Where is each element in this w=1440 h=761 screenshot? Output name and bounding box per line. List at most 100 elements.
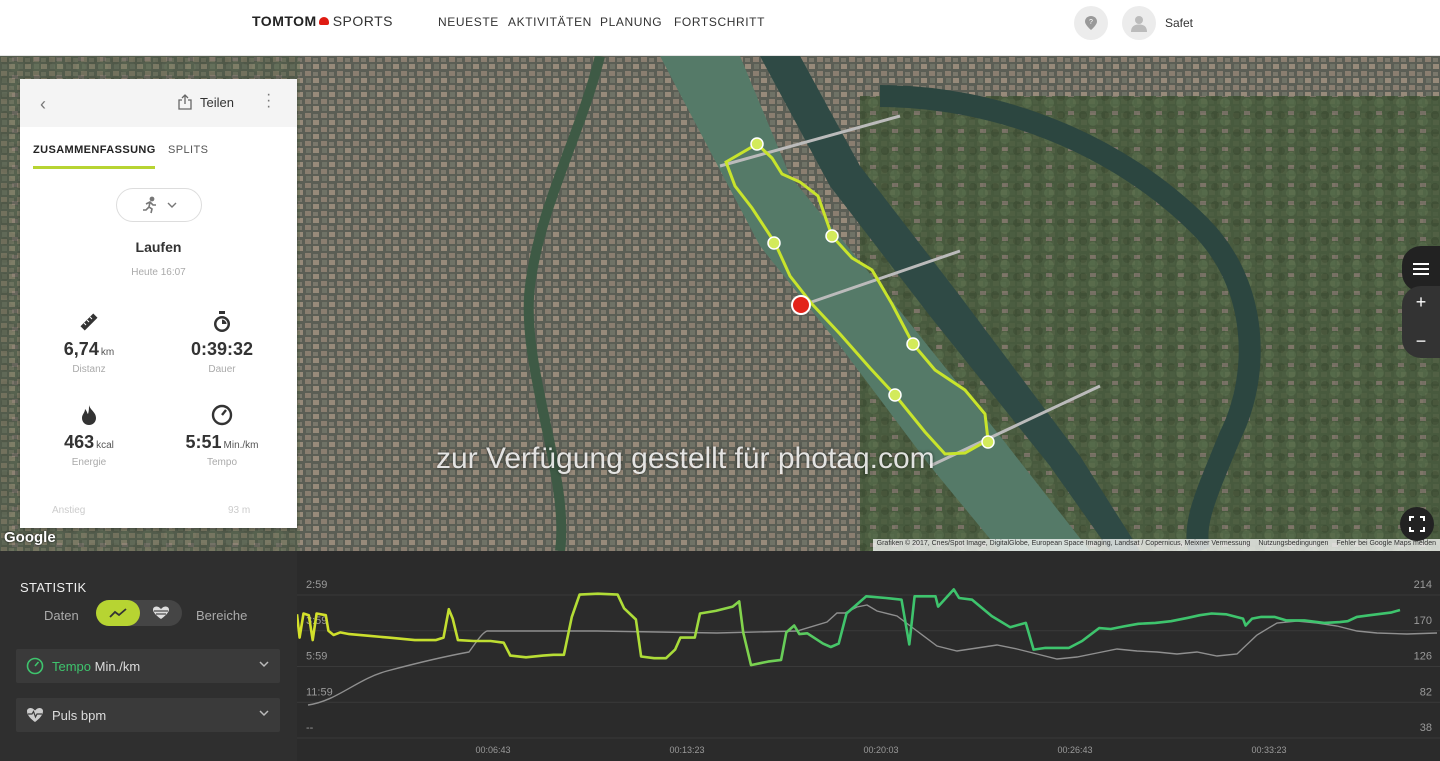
nav-item-aktivitaeten[interactable]: AKTIVITÄTEN [508,15,592,29]
zoom-controls: + − [1402,286,1440,358]
share-label: Teilen [200,94,234,110]
share-button[interactable]: Teilen [178,94,234,110]
pace-value: 5:51 [185,432,222,452]
nav-item-fortschritt[interactable]: FORTSCHRITT [674,15,765,29]
chevron-down-icon [167,202,177,208]
ruler-icon [80,313,98,331]
x-tick-label: 00:20:03 [863,745,898,755]
activity-time: Heute 16:07 [131,267,186,278]
energy-value: 463 [64,432,95,452]
toggle-zones-label[interactable]: Bereiche [196,608,247,623]
user-icon [1131,16,1147,32]
zoom-out-icon[interactable]: − [1416,331,1427,352]
distance-unit: km [100,347,115,358]
heart-zones-icon [153,606,169,619]
logo-product: SPORTS [332,13,394,29]
speedometer-icon [26,657,44,675]
metric-puls-unit: bpm [80,707,107,723]
activity-summary-panel: ‹ Teilen · · · ZUSAMMENFASSUNG SPLITS Lauf… [20,79,297,528]
logo-brand: TOMTOM [252,13,317,29]
pace-label: Tempo [206,457,237,468]
duration-value: 0:39:32 [190,339,254,359]
flame-icon [82,405,96,425]
avatar[interactable] [1122,6,1156,40]
split-marker[interactable] [750,137,764,151]
view-toggle[interactable] [96,600,182,626]
split-marker[interactable] [825,229,839,243]
zoom-in-icon[interactable]: + [1416,292,1427,313]
ascent-value: 93 m [228,505,251,516]
watermark-text: zur Verfügung gestellt für photaq.com [436,442,935,475]
share-icon [178,94,192,110]
chevron-down-icon [259,710,269,717]
y-right-tick-label: 126 [1414,651,1432,663]
statistics-title: STATISTIK [20,580,87,595]
toggle-data-label[interactable]: Daten [44,608,79,623]
y-axis-right: 214 170 126 82 38 [1414,579,1432,734]
terms-link[interactable]: Nutzungsbedingungen [1258,540,1328,550]
position-marker[interactable] [791,295,811,315]
top-navigation-bar: TOMTOM SPORTS NEUESTE AKTIVITÄTEN PLANUN… [0,0,1440,56]
x-tick-label: 00:13:23 [669,745,704,755]
split-marker[interactable] [888,388,902,402]
tomtom-sports-logo[interactable]: TOMTOM SPORTS [252,13,393,29]
tab-splits[interactable]: SPLITS [168,144,208,156]
google-logo: Google [4,529,56,546]
y-left-tick-label: 2:59 [306,579,327,591]
tab-summary[interactable]: ZUSAMMENFASSUNG [33,144,156,156]
metric-tempo-unit: Min./km [94,658,141,674]
x-tick-label: 00:33:23 [1251,745,1286,755]
statistics-controls: STATISTIK Daten Bereiche Tempo Min./km P… [0,551,297,761]
split-marker[interactable] [906,337,920,351]
activity-name: Laufen [135,239,182,255]
stat-pace: 5:51 Min./km Tempo [153,402,291,468]
nav-item-neueste[interactable]: NEUESTE [438,15,499,29]
x-tick-label: 00:06:43 [475,745,510,755]
duration-label: Dauer [208,364,236,375]
heart-rate-icon [27,708,43,722]
svg-text:?: ? [1089,19,1093,26]
panel-header: ‹ Teilen · · · [20,79,297,127]
energy-label: Energie [71,457,107,468]
metric-select-tempo[interactable]: Tempo Min./km [16,649,280,683]
running-icon [143,196,156,214]
sport-type-dropdown[interactable] [116,188,202,222]
ascent-label: Anstieg [52,505,86,516]
report-error-link[interactable]: Fehler bei Google Maps melden [1336,540,1436,550]
toggle-zones-option[interactable] [140,600,182,626]
statistics-section: STATISTIK Daten Bereiche Tempo Min./km P… [0,551,1440,761]
y-right-tick-label: 38 [1420,722,1432,734]
energy-unit: kcal [96,440,114,451]
split-marker[interactable] [767,236,781,250]
pace-unit: Min./km [223,440,259,451]
stat-distance: 6,74 km Distanz [20,309,158,375]
chevron-down-icon [259,661,269,668]
logo-dot-icon [318,17,329,25]
back-icon[interactable]: ‹ [40,94,46,115]
stat-duration: 0:39:32 Dauer [153,309,291,375]
help-button[interactable]: ? [1074,6,1108,40]
x-axis: 00:06:43 00:13:23 00:20:03 00:26:43 00:33:23 [475,745,1286,755]
y-axis-left: 2:593:595:5911:59-- [306,579,333,734]
split-marker[interactable] [981,435,995,449]
distance-value: 6,74 [63,339,99,359]
toggle-data-option[interactable] [96,600,140,626]
more-options-icon[interactable]: · · · [266,87,271,115]
username[interactable]: Safet [1165,16,1193,30]
y-right-tick-label: 214 [1414,579,1432,591]
fullscreen-button[interactable] [1400,507,1434,541]
help-icon: ? [1085,16,1097,30]
nav-item-planung[interactable]: PLANUNG [600,15,662,29]
tempo-pulse-chart[interactable]: 2:593:595:5911:59-- 2141701268238 00:06:… [297,551,1440,761]
y-right-tick-label: 170 [1414,615,1432,627]
metric-select-puls[interactable]: Puls bpm [16,698,280,732]
attribution-text: Grafiken © 2017, Cnes/Spot Image, Digita… [876,540,1251,547]
distance-label: Distanz [72,364,106,375]
menu-icon [1413,263,1429,275]
series-puls-line [307,604,1438,706]
stat-energy: 463 kcal Energie [20,402,158,468]
y-left-tick-label: 11:59 [306,686,333,698]
y-left-tick-label: -- [306,722,314,734]
y-right-tick-label: 82 [1420,686,1432,698]
metric-tempo-name: Tempo [52,658,92,674]
